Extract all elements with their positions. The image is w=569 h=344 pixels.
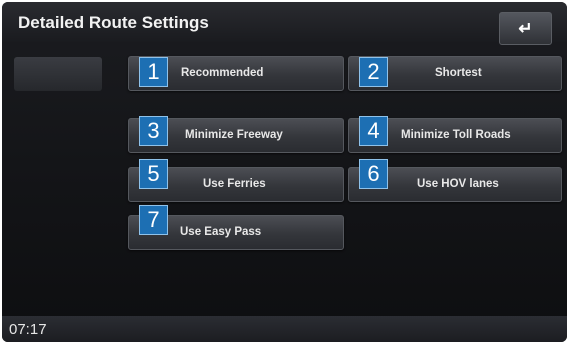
option-label: Use Easy Pass	[180, 226, 262, 238]
marker-6: 6	[359, 159, 388, 189]
clock-time: 07:17	[9, 321, 47, 338]
option-label: Use Ferries	[203, 178, 266, 190]
side-menu-button[interactable]	[14, 57, 102, 91]
marker-1: 1	[139, 57, 168, 87]
marker-5: 5	[139, 159, 168, 189]
title-bar: Detailed Route Settings ↵	[2, 2, 567, 45]
option-label: Minimize Freeway	[185, 129, 283, 141]
option-label: Use HOV lanes	[417, 178, 499, 190]
marker-2: 2	[359, 57, 388, 87]
option-label: Shortest	[435, 67, 482, 79]
option-label: Minimize Toll Roads	[401, 129, 511, 141]
marker-4: 4	[359, 116, 388, 146]
page-title: Detailed Route Settings	[18, 13, 209, 32]
status-bar: 07:17	[2, 316, 567, 342]
back-arrow-icon: ↵	[518, 18, 533, 38]
marker-3: 3	[139, 116, 168, 146]
back-button[interactable]: ↵	[499, 12, 552, 45]
option-label: Recommended	[181, 67, 264, 79]
marker-7: 7	[139, 205, 168, 235]
route-settings-screen: Detailed Route Settings ↵ Recommended Sh…	[2, 2, 567, 342]
